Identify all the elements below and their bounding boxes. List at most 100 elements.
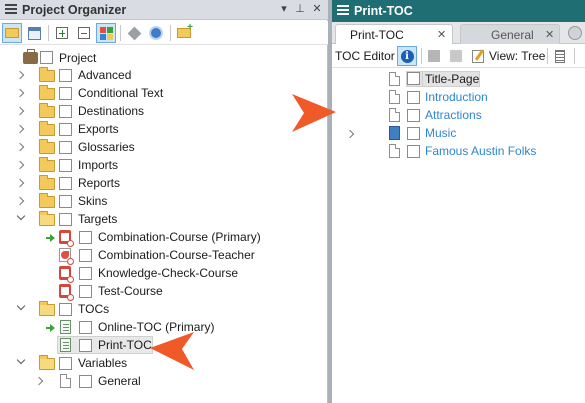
tree-item-label: TOCs	[78, 302, 110, 316]
toc-entry-label: Title-Page	[425, 72, 480, 86]
collapse-all-button[interactable]	[74, 23, 94, 43]
tab-general[interactable]: General ✕	[460, 24, 560, 44]
chevron-right-icon[interactable]	[15, 160, 25, 170]
target-checkbox[interactable]	[79, 267, 92, 280]
list-layout-button[interactable]	[550, 46, 570, 66]
tab-close-icon[interactable]: ✕	[545, 28, 554, 41]
toc-entry-checkbox[interactable]	[407, 109, 420, 122]
bind-button[interactable]	[124, 23, 144, 43]
chevron-right-icon[interactable]	[15, 178, 25, 188]
chevron-right-icon[interactable]	[34, 376, 44, 386]
chevron-down-icon[interactable]	[16, 301, 26, 311]
chevron-right-icon[interactable]	[15, 124, 25, 134]
topic-file-icon	[389, 72, 400, 86]
toc-entry-checkbox[interactable]	[407, 72, 420, 85]
toc-file-icon	[60, 338, 71, 352]
view-mode-label[interactable]: View: Tree	[489, 49, 545, 63]
tab-close-icon[interactable]: ✕	[437, 28, 446, 41]
toc-entry-checkbox[interactable]	[407, 145, 420, 158]
toc-checkbox[interactable]	[79, 339, 92, 352]
target-checkbox[interactable]	[79, 249, 92, 262]
toc-entry-link[interactable]: Introduction	[425, 90, 488, 104]
chevron-right-icon[interactable]	[15, 88, 25, 98]
folder-checkbox[interactable]	[59, 303, 72, 316]
bind-icon	[127, 26, 141, 40]
folder-icon	[39, 67, 55, 82]
dropdown-icon[interactable]: ▾	[277, 2, 291, 15]
toc-entry-link[interactable]: Attractions	[425, 108, 482, 122]
variable-file-icon	[60, 374, 71, 388]
folder-checkbox[interactable]	[59, 69, 72, 82]
target-checkbox[interactable]	[79, 231, 92, 244]
project-icon	[23, 49, 38, 64]
chevron-down-icon[interactable]	[16, 211, 26, 221]
list-view-button[interactable]	[24, 23, 44, 43]
close-icon[interactable]: ✕	[310, 2, 324, 15]
chevron-down-icon[interactable]	[16, 355, 26, 365]
grid-view-button[interactable]	[96, 23, 116, 43]
folder-checkbox[interactable]	[59, 213, 72, 226]
refresh-button[interactable]	[146, 23, 166, 43]
tab-print-toc[interactable]: Print-TOC ✕	[335, 24, 453, 44]
tree-item-label: Skins	[78, 194, 108, 208]
folder-checkbox[interactable]	[59, 87, 72, 100]
callout-arrow-left	[150, 332, 194, 370]
toc-entry-checkbox[interactable]	[407, 127, 420, 140]
tree-item-label: Print-TOC	[98, 338, 152, 352]
menu-icon[interactable]	[337, 5, 349, 16]
refresh-icon	[149, 26, 163, 40]
tree-item-label: Variables	[78, 356, 128, 370]
edit-view-button[interactable]	[468, 46, 488, 66]
pdf-target-icon	[59, 248, 74, 265]
chevron-right-icon[interactable]	[15, 196, 25, 206]
topic-file-icon	[389, 108, 400, 122]
pin-icon[interactable]: ⊥	[293, 2, 307, 15]
tree-item-label: Destinations	[78, 104, 145, 118]
menu-icon[interactable]	[5, 4, 17, 15]
toc-entry-link[interactable]: Music	[425, 126, 456, 140]
variable-checkbox[interactable]	[79, 375, 92, 388]
grid-icon	[99, 26, 113, 40]
unbind-toc-button[interactable]	[446, 46, 466, 66]
folder-checkbox[interactable]	[59, 195, 72, 208]
folder-checkbox[interactable]	[59, 177, 72, 190]
bind-toc-button[interactable]	[424, 46, 444, 66]
folder-checkbox[interactable]	[59, 123, 72, 136]
tree-item-label: Combination-Course (Primary)	[98, 230, 261, 244]
tree-item-label: Glossaries	[78, 140, 135, 154]
callout-arrow-right	[292, 94, 336, 132]
chevron-right-icon[interactable]	[15, 106, 25, 116]
folder-checkbox[interactable]	[59, 141, 72, 154]
topic-file-icon	[389, 90, 400, 104]
toc-checkbox[interactable]	[79, 321, 92, 334]
target-checkbox[interactable]	[79, 285, 92, 298]
chevron-right-icon[interactable]	[15, 70, 25, 80]
chevron-right-icon[interactable]	[15, 142, 25, 152]
tree-item-label: General	[98, 374, 141, 388]
expand-all-button[interactable]	[52, 23, 72, 43]
tree-item-label: Exports	[78, 122, 119, 136]
info-button[interactable]: i	[397, 46, 417, 66]
book-icon	[389, 126, 400, 140]
folder-view-button[interactable]	[2, 23, 22, 43]
pane-title: Print-TOC	[354, 4, 413, 18]
html5-target-icon	[59, 230, 74, 247]
add-folder-button[interactable]: +	[174, 23, 194, 43]
project-checkbox[interactable]	[40, 51, 53, 64]
toc-entry-checkbox[interactable]	[407, 91, 420, 104]
toc-entry-link[interactable]: Famous Austin Folks	[425, 144, 536, 158]
tree-item-label: Test-Course	[98, 284, 163, 298]
tree-item-label: Knowledge-Check-Course	[98, 266, 239, 280]
folder-open-icon	[39, 355, 55, 370]
folder-checkbox[interactable]	[59, 357, 72, 370]
chevron-right-icon[interactable]	[345, 129, 355, 139]
folder-checkbox[interactable]	[59, 159, 72, 172]
project-organizer-header: Project Organizer ▾ ⊥ ✕	[0, 0, 328, 20]
tab-overflow-icon[interactable]	[568, 26, 582, 40]
toc-editor-pane: Print-TOC Print-TOC ✕ General ✕ TOC Edit…	[332, 0, 585, 403]
primary-arrow-icon	[46, 234, 55, 242]
list-icon	[555, 49, 565, 63]
tree-item-label: Advanced	[78, 68, 132, 82]
info-icon: i	[400, 49, 414, 63]
folder-checkbox[interactable]	[59, 105, 72, 118]
